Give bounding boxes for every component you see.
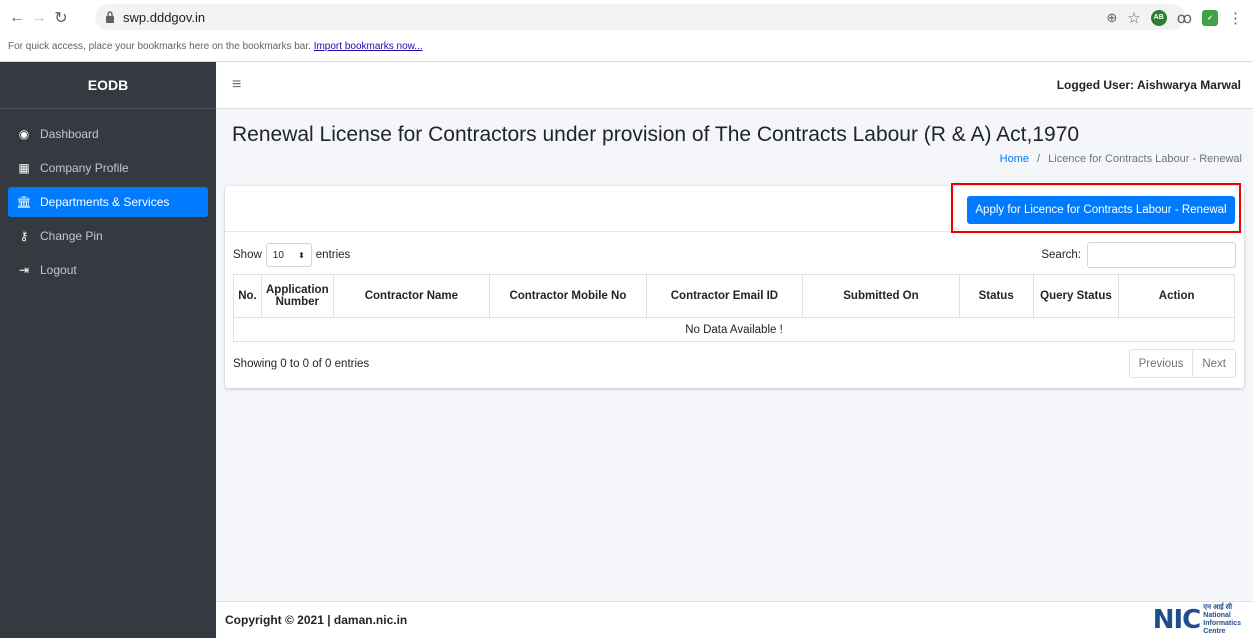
column-header-application-number[interactable]: Application Number [260, 274, 334, 318]
bank-icon: 🏛 [16, 195, 32, 209]
column-header-query-status[interactable]: Query Status [1032, 274, 1120, 318]
entries-label: entries [315, 249, 351, 261]
nic-logo-hindi: एन आई सी [1203, 604, 1233, 611]
lock-icon [106, 11, 114, 23]
nic-logo-line1: National [1203, 612, 1231, 619]
column-header-contractor-name[interactable]: Contractor Name [332, 274, 491, 318]
pagination-next-button[interactable]: Next [1192, 350, 1235, 377]
nic-logo-line3: Centre [1203, 628, 1226, 635]
table-controls: Show 10 ⬍ entries Search: [233, 242, 1236, 268]
search-input[interactable] [1087, 242, 1236, 268]
brand-title[interactable]: EODB [0, 62, 216, 109]
applications-table: No. Application Number Contractor Name C… [233, 274, 1235, 342]
footer: Copyright © 2021 | daman.nic.in NIC एन आ… [216, 601, 1253, 638]
column-header-contractor-mobile[interactable]: Contractor Mobile No [489, 274, 647, 318]
entries-length: Show 10 ⬍ entries [233, 243, 350, 267]
pagination: Previous Next [1128, 349, 1236, 378]
sidebar-item-label: Departments & Services [40, 195, 170, 209]
sidebar-item-logout[interactable]: ⇥ Logout [8, 255, 208, 285]
sidebar-item-change-pin[interactable]: ⚷ Change Pin [8, 221, 208, 251]
menu-kebab-icon[interactable]: ⋮ [1228, 9, 1243, 27]
copyright-text: Copyright © 2021 | daman.nic.in [225, 613, 408, 627]
sidebar-nav: ◉ Dashboard ▦ Company Profile 🏛 Departme… [0, 109, 216, 299]
column-header-no[interactable]: No. [233, 274, 262, 318]
column-header-status[interactable]: Status [958, 274, 1034, 318]
entries-select[interactable]: 10 ⬍ [265, 243, 312, 267]
breadcrumb-home-link[interactable]: Home [1000, 153, 1029, 165]
sidebar-item-departments-services[interactable]: 🏛 Departments & Services [8, 187, 208, 217]
shield-extension-icon[interactable]: ✓ [1202, 9, 1218, 26]
column-header-action[interactable]: Action [1118, 274, 1235, 318]
browser-actions: ⊕ ☆ AB ꝏ ✓ ⋮ [1106, 0, 1253, 35]
address-bar[interactable]: swp.dddgov.in [95, 4, 1185, 30]
import-bookmarks-link[interactable]: Import bookmarks now... [314, 41, 423, 52]
browser-toolbar: ← → ↻ swp.dddgov.in ⊕ ☆ AB ꝏ ✓ ⋮ [0, 0, 1253, 35]
key-icon: ⚷ [19, 229, 29, 243]
logout-icon: ⇥ [18, 263, 30, 277]
column-header-contractor-email[interactable]: Contractor Email ID [645, 274, 804, 318]
main-content: Renewal License for Contractors under pr… [216, 109, 1253, 601]
star-icon[interactable]: ☆ [1127, 9, 1140, 27]
building-icon: ▦ [18, 161, 30, 175]
table-header-row: No. Application Number Contractor Name C… [233, 274, 1235, 318]
nic-logo-line2: Informatics [1203, 620, 1241, 627]
table-info: Showing 0 to 0 of 0 entries [233, 358, 370, 370]
nic-logo-mark: NIC [1152, 605, 1202, 635]
table-row: No Data Available ! [233, 317, 1235, 342]
sidebar-item-label: Company Profile [40, 161, 129, 175]
nic-logo: NIC एन आई सी National Informatics Centre [1153, 604, 1241, 636]
sidebar: EODB ◉ Dashboard ▦ Company Profile 🏛 Dep… [0, 62, 216, 638]
back-icon[interactable]: ← [6, 7, 28, 29]
top-navbar: ≡ Logged User: Aishwarya Marwal [216, 62, 1253, 109]
license-list-card: Apply for Licence for Contracts Labour -… [225, 183, 1244, 388]
url-text: swp.dddgov.in [123, 9, 206, 25]
search-label: Search: [1041, 249, 1081, 261]
table-search: Search: [1041, 242, 1236, 268]
logged-user: Logged User: Aishwarya Marwal [1056, 78, 1241, 92]
hamburger-menu-icon[interactable]: ≡ [232, 76, 241, 94]
breadcrumb-current: Licence for Contracts Labour - Renewal [1048, 153, 1242, 165]
column-header-submitted-on[interactable]: Submitted On [802, 274, 960, 318]
profile-icon[interactable]: ꝏ [1177, 9, 1192, 27]
select-arrows-icon: ⬍ [298, 250, 305, 260]
entries-value: 10 [272, 249, 284, 261]
breadcrumb: Home / Licence for Contracts Labour - Re… [1000, 153, 1242, 165]
forward-icon[interactable]: → [28, 7, 50, 29]
breadcrumb-separator: / [1037, 153, 1041, 165]
bookmarks-bar: For quick access, place your bookmarks h… [0, 35, 1253, 62]
dashboard-icon: ◉ [18, 127, 30, 141]
page-title: Renewal License for Contractors under pr… [232, 123, 1080, 146]
bookmarks-hint: For quick access, place your bookmarks h… [8, 41, 311, 52]
adblock-extension-icon[interactable]: AB [1150, 9, 1167, 26]
apply-licence-renewal-button[interactable]: Apply for Licence for Contracts Labour -… [967, 196, 1235, 224]
pagination-previous-button[interactable]: Previous [1130, 350, 1193, 377]
zoom-icon[interactable]: ⊕ [1106, 10, 1117, 26]
card-header: Apply for Licence for Contracts Labour -… [225, 183, 1244, 233]
sidebar-item-label: Logout [40, 263, 77, 277]
sidebar-item-label: Change Pin [40, 229, 103, 243]
sidebar-item-label: Dashboard [40, 127, 99, 141]
nic-logo-text: एन आई सी National Informatics Centre [1203, 604, 1241, 636]
empty-table-message: No Data Available ! [233, 317, 1235, 342]
show-label: Show [233, 249, 262, 261]
sidebar-item-dashboard[interactable]: ◉ Dashboard [8, 119, 208, 149]
sidebar-item-company-profile[interactable]: ▦ Company Profile [8, 153, 208, 183]
reload-icon[interactable]: ↻ [50, 7, 72, 29]
